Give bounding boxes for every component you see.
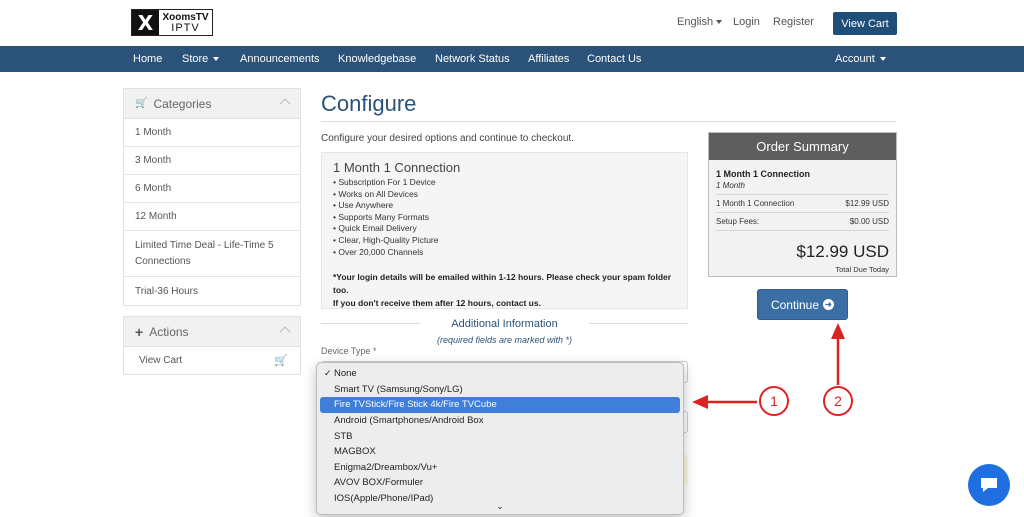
summary-setup: Setup Fees: $0.00 USD	[716, 217, 889, 226]
feature-item: • Works on All Devices	[333, 188, 419, 199]
cart-icon: 🛒	[274, 355, 288, 367]
categories-header[interactable]: 🛒 Categories	[124, 89, 300, 119]
order-summary-title: Order Summary	[709, 133, 896, 160]
delivery-note: *Your login details will be emailed with…	[333, 272, 672, 309]
summary-total-label: Total Due Today	[835, 265, 889, 274]
nav-home[interactable]: Home	[133, 53, 162, 65]
product-name: 1 Month 1 Connection	[333, 160, 461, 175]
nav-network-status[interactable]: Network Status	[435, 53, 510, 65]
chevron-up-icon	[279, 326, 291, 338]
summary-product: 1 Month 1 Connection	[716, 169, 810, 179]
caret-down-icon	[213, 57, 220, 62]
device-option[interactable]: Android (Smartphones/Android Box	[317, 413, 683, 429]
login-link[interactable]: Login	[733, 16, 760, 28]
actions-header[interactable]: + Actions	[124, 317, 300, 347]
actions-panel: + Actions View Cart 🛒	[123, 316, 301, 375]
callout-2: 2	[823, 386, 853, 416]
category-item[interactable]: Limited Time Deal - Life-Time 5 Connecti…	[124, 231, 300, 277]
arrow-right-circle-icon: ➜	[823, 299, 835, 310]
order-summary: Order Summary 1 Month 1 Connection 1 Mon…	[708, 132, 897, 277]
category-item[interactable]: Trial-36 Hours	[124, 277, 300, 305]
device-option[interactable]: MAGBOX	[317, 444, 683, 460]
view-cart-button[interactable]: View Cart	[833, 12, 897, 35]
caret-down-icon	[879, 57, 886, 62]
caret-down-icon	[716, 20, 723, 25]
device-option-highlighted[interactable]: Fire TVStick/Fire Stick 4k/Fire TVCube	[320, 397, 680, 413]
logo-line1: XoomsTV	[162, 11, 209, 23]
page-title: Configure	[321, 91, 417, 116]
feature-item: • Use Anywhere	[333, 200, 394, 211]
cart-icon: 🛒	[135, 98, 148, 109]
chat-bubble-icon	[981, 478, 997, 492]
summary-line: 1 Month 1 Connection $12.99 USD	[716, 199, 889, 208]
feature-item: • Subscription For 1 Device	[333, 177, 436, 187]
callout-1: 1	[759, 386, 789, 416]
arrow-2	[831, 323, 845, 385]
scroll-down-chevron-icon[interactable]: ⌄	[317, 501, 683, 512]
category-item[interactable]: 1 Month	[124, 119, 300, 147]
nav-knowledgebase[interactable]: Knowledgebase	[338, 53, 416, 65]
additional-info-title: Additional Information	[451, 318, 558, 330]
checkmark-icon: ✓	[324, 368, 332, 379]
chat-button[interactable]	[968, 464, 1010, 506]
nav-account[interactable]: Account	[835, 53, 886, 65]
device-option[interactable]: Smart TV (Samsung/Sony/LG)	[317, 382, 683, 398]
nav-announcements[interactable]: Announcements	[240, 53, 320, 65]
nav-contact[interactable]: Contact Us	[587, 53, 641, 65]
brand-logo[interactable]: X XoomsTV IPTV	[131, 9, 213, 36]
category-item[interactable]: 12 Month	[124, 203, 300, 231]
summary-total: $12.99 USD	[796, 242, 889, 261]
page-subtitle: Configure your desired options and conti…	[321, 133, 574, 144]
divider	[716, 230, 889, 231]
feature-item: • Over 20,000 Channels	[333, 246, 424, 257]
feature-item: • Quick Email Delivery	[333, 223, 417, 234]
divider	[716, 194, 889, 195]
device-type-label: Device Type *	[321, 346, 377, 356]
register-link[interactable]: Register	[773, 16, 814, 28]
nav-store[interactable]: Store	[182, 53, 220, 65]
nav-affiliates[interactable]: Affiliates	[528, 53, 569, 65]
required-fields-note: (required fields are marked with *)	[436, 335, 573, 345]
logo-x-icon: X	[132, 10, 159, 35]
feature-item: • Supports Many Formats	[333, 211, 430, 222]
product-info-box: 1 Month 1 Connection • Subscription For …	[321, 152, 688, 309]
language-selector[interactable]: English	[677, 16, 723, 28]
device-option[interactable]: ✓ None	[317, 366, 683, 382]
title-divider	[321, 121, 896, 122]
actions-view-cart[interactable]: View Cart 🛒	[124, 347, 300, 374]
arrow-1	[692, 395, 757, 409]
device-option[interactable]: AVOV BOX/Formuler	[317, 475, 683, 491]
categories-panel: 🛒 Categories 1 Month 3 Month 6 Month 12 …	[123, 88, 301, 306]
logo-line2: IPTV	[171, 21, 200, 34]
main-nav: Home Store Announcements Knowledgebase N…	[0, 46, 1024, 72]
summary-cycle: 1 Month	[716, 181, 745, 190]
continue-button[interactable]: Continue ➜	[757, 289, 848, 320]
top-bar: X XoomsTV IPTV English Login Register Vi…	[0, 0, 1024, 46]
device-option[interactable]: STB	[317, 428, 683, 444]
plus-icon: +	[135, 323, 144, 340]
device-type-dropdown[interactable]: ✓ None Smart TV (Samsung/Sony/LG) Fire TV…	[316, 362, 684, 515]
divider	[716, 212, 889, 213]
feature-item: • Clear, High-Quality Picture	[333, 234, 439, 245]
category-item[interactable]: 6 Month	[124, 175, 300, 203]
device-option[interactable]: Enigma2/Dreambox/Vu+	[317, 460, 683, 476]
chevron-up-icon	[279, 98, 291, 110]
category-item[interactable]: 3 Month	[124, 147, 300, 175]
